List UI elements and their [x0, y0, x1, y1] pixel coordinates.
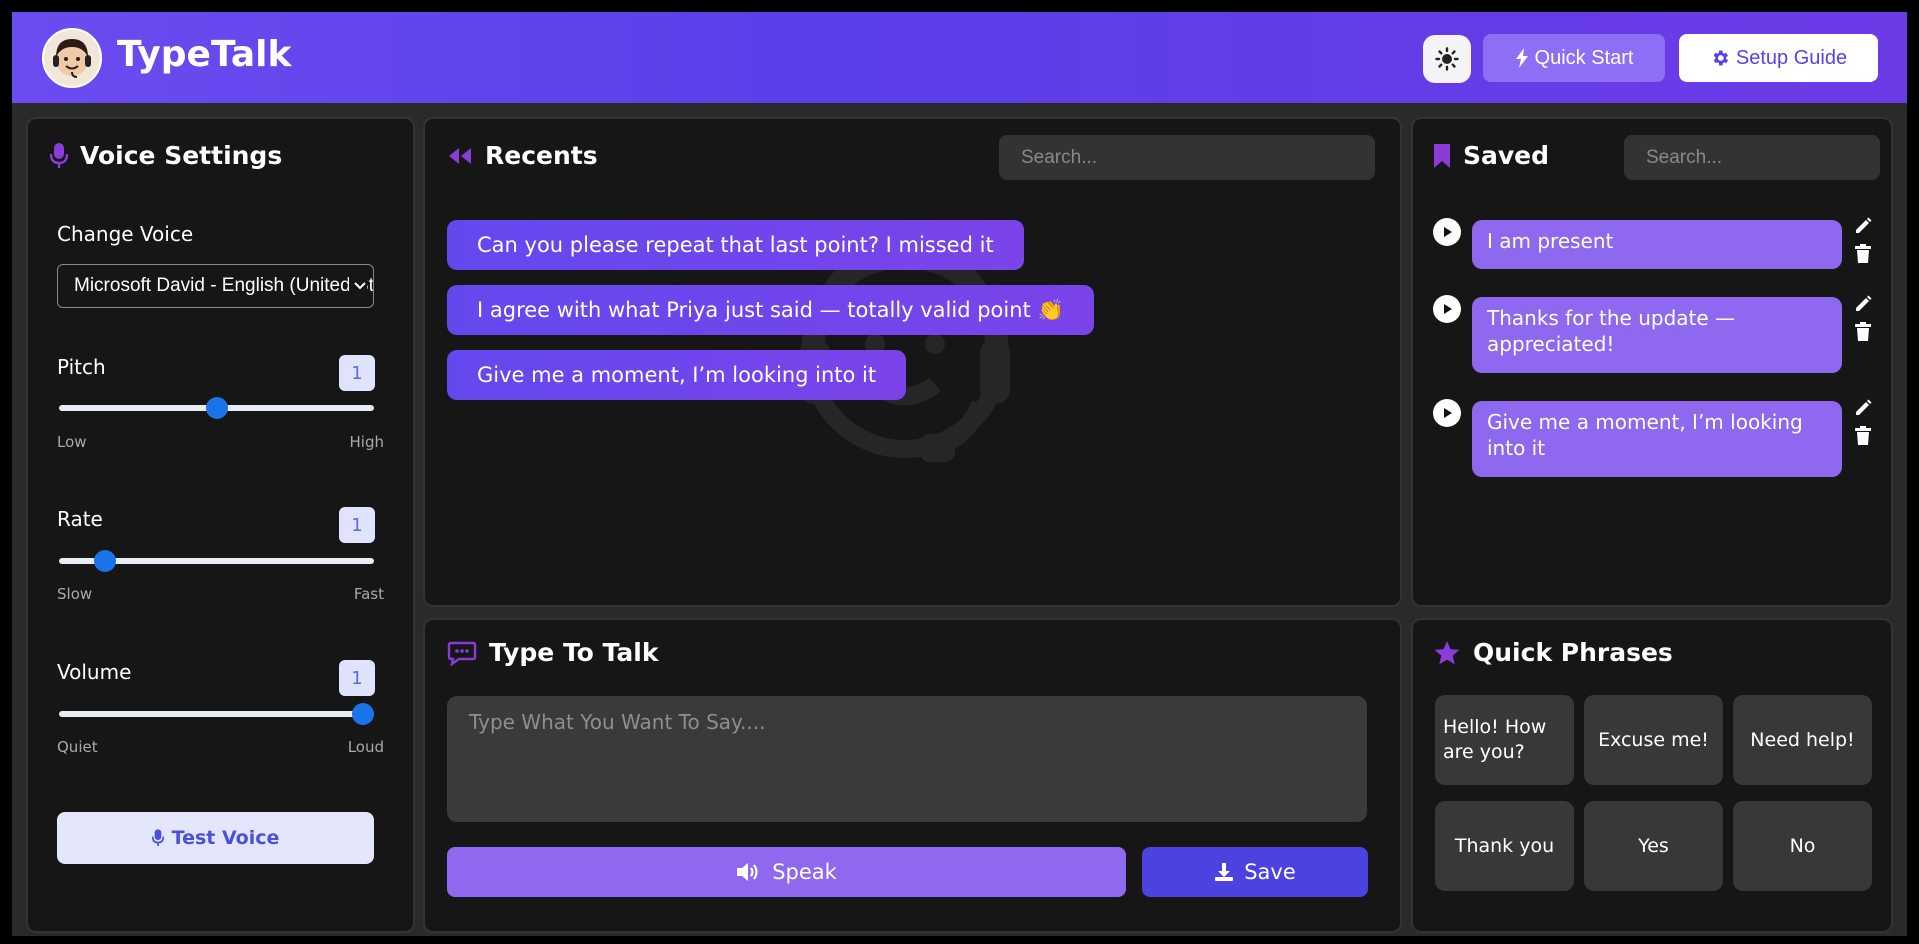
play-button[interactable] — [1433, 218, 1461, 246]
app-title: TypeTalk — [117, 34, 292, 75]
saved-item[interactable]: Thanks for the update — appreciated! — [1472, 297, 1842, 373]
play-button[interactable] — [1433, 295, 1461, 323]
screen: TypeTalk Quick Start Setup Guide Voice S… — [0, 0, 1919, 944]
theme-toggle-button[interactable] — [1423, 35, 1471, 83]
voice-settings-panel: Voice Settings Change Voice Microsoft Da… — [26, 117, 415, 933]
quick-phrase-button[interactable]: Thank you — [1435, 801, 1574, 891]
voice-select[interactable]: Microsoft David - English (United States… — [57, 264, 374, 308]
speak-button[interactable]: Speak — [447, 847, 1126, 897]
rate-high-label: Fast — [353, 585, 384, 603]
play-icon — [1444, 304, 1452, 314]
recent-item[interactable]: I agree with what Priya just said — tota… — [447, 285, 1094, 335]
setup-guide-label: Setup Guide — [1735, 46, 1848, 69]
microphone-icon — [151, 829, 164, 846]
play-icon — [1444, 408, 1452, 418]
pitch-slider[interactable] — [59, 397, 374, 419]
quick-start-button[interactable]: Quick Start — [1483, 34, 1665, 82]
bolt-icon — [1515, 48, 1528, 68]
chat-bubble-icon — [447, 641, 477, 666]
saved-heading: Saved — [1433, 141, 1549, 170]
volume-low-label: Quiet — [57, 738, 98, 756]
quick-phrase-button[interactable]: Yes — [1584, 801, 1723, 891]
pitch-high-label: High — [349, 433, 384, 451]
quick-phrases-heading: Quick Phrases — [1433, 638, 1673, 667]
volume-high-label: Loud — [347, 738, 384, 756]
type-to-talk-title: Type To Talk — [489, 638, 659, 667]
saved-panel: Saved I am present Thanks for the update… — [1411, 117, 1893, 607]
test-voice-button[interactable]: Test Voice — [57, 812, 374, 864]
header: TypeTalk Quick Start Setup Guide — [12, 12, 1907, 103]
play-icon — [1444, 227, 1452, 237]
setup-guide-button[interactable]: Setup Guide — [1679, 34, 1878, 82]
volume-label: Volume — [57, 660, 132, 684]
logo-avatar-icon — [42, 28, 102, 88]
quick-phrase-button[interactable]: Excuse me! — [1584, 695, 1723, 785]
volume-slider[interactable] — [59, 703, 374, 725]
rate-value-badge: 1 — [339, 507, 375, 543]
recents-heading: Recents — [447, 141, 598, 170]
recents-panel: Recents Can you please repeat that last … — [423, 117, 1402, 607]
voice-settings-title: Voice Settings — [80, 141, 283, 170]
quick-phrases-panel: Quick Phrases Hello! How are you? Excuse… — [1411, 618, 1893, 933]
save-label: Save — [1244, 860, 1296, 884]
type-to-talk-panel: Type To Talk Speak Save — [423, 618, 1402, 933]
quick-phrases-title: Quick Phrases — [1473, 638, 1673, 667]
gear-icon — [1713, 50, 1728, 66]
test-voice-label: Test Voice — [171, 827, 280, 849]
speaker-icon — [737, 863, 758, 881]
selected-voice: Microsoft David - English (United States… — [74, 275, 373, 296]
type-to-talk-heading: Type To Talk — [447, 638, 658, 667]
volume-slider-thumb[interactable] — [352, 703, 374, 725]
quick-phrase-button[interactable]: No — [1733, 801, 1872, 891]
message-textarea[interactable] — [447, 696, 1367, 822]
recent-item[interactable]: Give me a moment, I’m looking into it — [447, 350, 907, 400]
recents-title: Recents — [485, 141, 598, 170]
pitch-value-badge: 1 — [339, 355, 375, 391]
trash-icon[interactable] — [1854, 244, 1872, 268]
quick-phrase-button[interactable]: Hello! How are you? — [1435, 695, 1574, 785]
rate-low-label: Slow — [57, 585, 93, 603]
app-window: TypeTalk Quick Start Setup Guide Voice S… — [12, 12, 1907, 936]
bookmark-icon — [1434, 143, 1450, 168]
edit-icon[interactable] — [1854, 217, 1872, 239]
speak-label: Speak — [772, 860, 837, 884]
rate-label: Rate — [57, 507, 103, 531]
saved-item[interactable]: I am present — [1472, 220, 1842, 269]
pitch-label: Pitch — [57, 355, 106, 379]
rewind-icon — [449, 147, 471, 164]
chevron-down-icon — [349, 265, 367, 307]
quick-start-label: Quick Start — [1534, 46, 1634, 69]
saved-item[interactable]: Give me a moment, I’m looking into it — [1472, 401, 1842, 477]
edit-icon[interactable] — [1854, 295, 1872, 317]
save-button[interactable]: Save — [1142, 847, 1368, 897]
pitch-slider-thumb[interactable] — [205, 397, 228, 419]
saved-title: Saved — [1463, 141, 1550, 170]
star-icon — [1434, 640, 1460, 664]
quick-phrase-button[interactable]: Need help! — [1733, 695, 1872, 785]
edit-icon[interactable] — [1854, 399, 1872, 421]
saved-search-input[interactable] — [1624, 135, 1880, 180]
download-icon — [1215, 863, 1234, 881]
pitch-low-label: Low — [57, 433, 87, 451]
recent-item[interactable]: Can you please repeat that last point? I… — [447, 220, 1024, 270]
rate-slider-thumb[interactable] — [94, 550, 117, 572]
change-voice-label: Change Voice — [57, 222, 194, 246]
recents-search-input[interactable] — [999, 135, 1375, 180]
rate-slider[interactable] — [59, 550, 374, 572]
trash-icon[interactable] — [1854, 426, 1872, 450]
microphone-icon — [50, 142, 68, 168]
trash-icon[interactable] — [1854, 322, 1872, 346]
voice-settings-heading: Voice Settings — [50, 141, 282, 170]
sun-icon — [1435, 47, 1459, 71]
volume-value-badge: 1 — [339, 660, 375, 696]
play-button[interactable] — [1433, 399, 1461, 427]
